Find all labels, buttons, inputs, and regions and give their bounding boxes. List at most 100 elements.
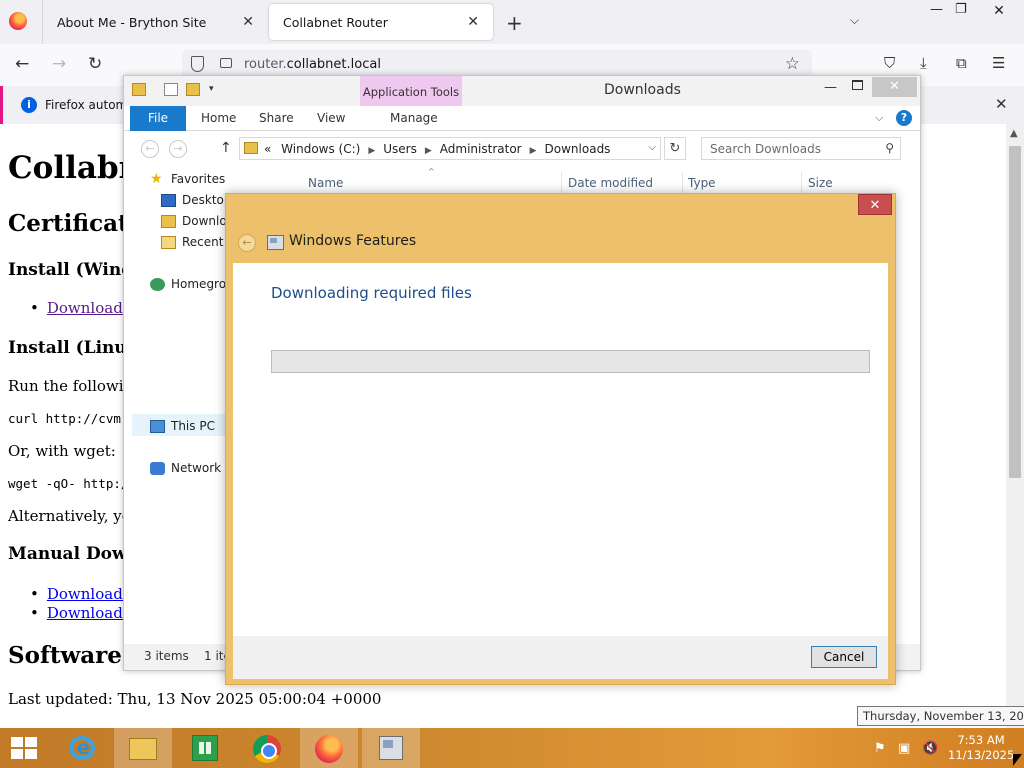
breadcrumb-prefix[interactable]: «	[264, 142, 271, 156]
help-icon[interactable]: ?	[896, 110, 912, 126]
dialog-close-icon[interactable]: ✕	[858, 194, 892, 215]
taskbar-windows-features[interactable]	[362, 728, 420, 768]
restore-icon[interactable]: ❐	[955, 2, 967, 17]
minimize-icon[interactable]: —	[824, 80, 837, 95]
window-close-icon[interactable]: ✕	[974, 0, 1024, 22]
breadcrumb-item[interactable]: Users	[383, 142, 417, 156]
maximize-icon[interactable]	[852, 80, 863, 90]
refresh-icon[interactable]: ↻	[664, 137, 686, 160]
pocket-icon[interactable]: ⛉	[884, 54, 895, 72]
volume-muted-icon[interactable]: 🔇	[922, 741, 938, 756]
ribbon-tabs: File Home Share View Manage ⌵ ?	[124, 106, 920, 131]
taskbar-firefox[interactable]	[300, 728, 358, 768]
back-icon[interactable]: ←	[141, 140, 159, 158]
tree-item-homegroup[interactable]: Homegro	[150, 277, 226, 291]
extensions-icon[interactable]: ⧉	[956, 54, 967, 72]
action-center-flag-icon[interactable]: ⚑	[874, 741, 886, 756]
address-row: ← → ↑ « Windows (C:) ▶ Users ▶ Administrator…	[124, 132, 920, 164]
close-tab-icon[interactable]: ✕	[242, 14, 254, 30]
application-tools-label: Application Tools	[360, 76, 462, 106]
tab-share[interactable]: Share	[259, 106, 294, 131]
tab-home[interactable]: Home	[201, 106, 236, 131]
lock-icon[interactable]	[220, 58, 232, 68]
bookmark-star-icon[interactable]: ☆	[785, 54, 800, 74]
cancel-button[interactable]: Cancel	[811, 646, 877, 668]
windows-start-icon[interactable]	[11, 737, 38, 760]
tab-about-me[interactable]: About Me - Brython Site ✕	[42, 0, 268, 44]
url-text[interactable]: router.collabnet.local	[244, 57, 381, 72]
taskbar-windows-store[interactable]	[176, 728, 234, 768]
search-icon[interactable]: ⚲	[885, 141, 894, 155]
column-divider[interactable]	[682, 172, 683, 194]
tree-item-this-pc[interactable]: This PC	[150, 419, 215, 433]
breadcrumb-separator-icon[interactable]: ▶	[530, 146, 537, 156]
last-updated: Last updated: Thu, 13 Nov 2025 05:00:04 …	[8, 690, 382, 708]
taskbar-file-explorer[interactable]	[114, 728, 172, 768]
column-date-modified[interactable]: Date modified	[568, 176, 653, 190]
network-tray-icon[interactable]: ▣	[898, 741, 910, 756]
recent-places-icon	[161, 235, 176, 249]
computer-icon	[150, 419, 165, 433]
breadcrumb: « Windows (C:) ▶ Users ▶ Administrator ▶ Downl…	[264, 142, 610, 156]
sort-ascending-icon: ^	[428, 167, 435, 176]
page-scrollbar[interactable]: ▲	[1006, 124, 1024, 728]
taskbar-chrome[interactable]	[238, 728, 296, 768]
taskbar-internet-explorer[interactable]	[53, 728, 111, 768]
tree-item-network[interactable]: Network	[150, 461, 221, 475]
up-icon[interactable]: ↑	[220, 140, 232, 156]
tree-item-favorites[interactable]: ★ Favorites	[150, 172, 225, 187]
back-icon[interactable]: ←	[15, 54, 29, 74]
breadcrumb-separator-icon[interactable]: ▶	[368, 146, 375, 156]
close-notification-icon[interactable]: ✕	[995, 95, 1008, 113]
expand-ribbon-icon[interactable]: ⌵	[875, 111, 883, 125]
breadcrumb-item[interactable]: Downloads	[545, 142, 611, 156]
address-bar[interactable]: « Windows (C:) ▶ Users ▶ Administrator ▶ Downl…	[239, 137, 661, 160]
close-tab-icon[interactable]: ✕	[467, 14, 479, 30]
address-history-icon[interactable]: ⌵	[648, 142, 656, 153]
tab-collabnet-router[interactable]: Collabnet Router ✕	[269, 4, 493, 40]
windows-store-icon	[192, 735, 218, 761]
clock-time: 7:53 AM	[957, 733, 1005, 747]
column-type[interactable]: Type	[688, 176, 716, 190]
tree-item-desktop[interactable]: Desktop	[161, 193, 232, 207]
customize-quick-access-icon[interactable]: ▾	[209, 84, 214, 94]
forward-icon[interactable]: →	[169, 140, 187, 158]
new-folder-icon[interactable]	[186, 83, 200, 96]
scroll-up-icon[interactable]: ▲	[1010, 128, 1018, 139]
paragraph: Or, with wget:	[8, 442, 116, 460]
breadcrumb-item[interactable]: Administrator	[440, 142, 522, 156]
tracking-protection-icon[interactable]	[191, 56, 204, 72]
search-input[interactable]: Search Downloads ⚲	[701, 137, 901, 160]
downloads-icon[interactable]: ⤓	[920, 54, 927, 72]
explorer-close-icon[interactable]: ✕	[872, 77, 917, 97]
tree-item-downloads[interactable]: Downloa	[161, 214, 234, 228]
windows-features-icon	[379, 736, 403, 760]
scroll-thumb[interactable]	[1009, 146, 1021, 478]
column-divider[interactable]	[561, 172, 562, 194]
dialog-body: Downloading required files	[233, 263, 888, 636]
column-divider[interactable]	[801, 172, 802, 194]
menu-icon[interactable]: ☰	[992, 54, 1005, 72]
back-arrow-icon[interactable]: ←	[238, 234, 256, 252]
status-item-count: 3 items	[144, 649, 189, 663]
homegroup-icon	[150, 277, 165, 291]
breadcrumb-item[interactable]: Windows (C:)	[281, 142, 360, 156]
heading-manual-download: Manual Down	[8, 544, 140, 564]
reload-icon[interactable]: ↻	[88, 54, 102, 74]
list-all-tabs-icon[interactable]: ⌵	[850, 13, 859, 28]
tree-item-recent[interactable]: Recent p	[161, 235, 235, 249]
mouse-cursor-icon	[1013, 754, 1022, 766]
tab-file[interactable]: File	[130, 106, 186, 131]
column-size[interactable]: Size	[808, 176, 833, 190]
minimize-icon[interactable]: —	[930, 2, 943, 17]
properties-icon[interactable]	[164, 83, 178, 96]
tab-manage[interactable]: Manage	[390, 106, 438, 131]
column-headers: ^ Name Date modified Type Size	[289, 167, 919, 194]
tab-view[interactable]: View	[317, 106, 345, 131]
column-name[interactable]: Name	[308, 176, 343, 190]
forward-icon[interactable]: →	[52, 54, 66, 74]
breadcrumb-separator-icon[interactable]: ▶	[425, 146, 432, 156]
new-tab-icon[interactable]: +	[506, 11, 523, 35]
firefox-logo-icon[interactable]	[9, 12, 27, 30]
system-clock[interactable]: 7:53 AM 11/13/2025	[948, 733, 1014, 763]
